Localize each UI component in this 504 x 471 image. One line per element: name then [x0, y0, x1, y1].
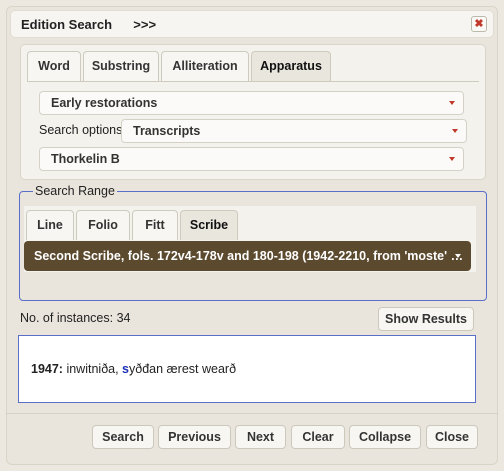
clear-button[interactable]: Clear — [291, 425, 345, 449]
tab-word[interactable]: Word — [27, 51, 81, 81]
instances-count: No. of instances: 34 — [20, 311, 131, 325]
search-button[interactable]: Search — [92, 425, 154, 449]
results-box: 1947: inwitniða, syðđan ærest wearð — [18, 335, 476, 403]
restorations-select-value: Early restorations — [51, 96, 158, 110]
tab-folio[interactable]: Folio — [76, 210, 130, 240]
result-line-number: 1947: — [31, 362, 63, 376]
search-type-tabs: Word Substring Alliteration Apparatus — [27, 51, 479, 81]
scribe-select-value: Second Scribe, fols. 172v4-178v and 180-… — [34, 249, 464, 263]
result-text-after: yðđan ærest wearð — [129, 362, 237, 376]
dialog-title: Edition Search >>> — [21, 17, 156, 32]
tab-fitt[interactable]: Fitt — [132, 210, 178, 240]
result-line: 1947: inwitniða, syðđan ærest wearð — [31, 362, 236, 376]
tab-alliteration[interactable]: Alliteration — [161, 51, 249, 81]
chevron-down-icon — [452, 129, 458, 133]
search-range-tabs: Line Folio Fitt Scribe — [26, 210, 474, 240]
dialog-title-text: Edition Search — [21, 17, 113, 32]
search-options-select[interactable]: Transcripts — [121, 119, 467, 143]
transcript-select[interactable]: Thorkelin B — [39, 147, 464, 171]
tab-divider — [27, 81, 479, 82]
close-button[interactable]: Close — [426, 425, 478, 449]
dialog-titlebar[interactable]: Edition Search >>> ✖ — [10, 10, 494, 38]
chevron-down-icon — [449, 101, 455, 105]
previous-button[interactable]: Previous — [158, 425, 231, 449]
chevron-down-icon — [449, 157, 455, 161]
search-options-label: Search options: — [39, 123, 126, 137]
scribe-select[interactable]: Second Scribe, fols. 172v4-178v and 180-… — [24, 241, 471, 271]
show-results-button[interactable]: Show Results — [378, 307, 474, 331]
footer-divider — [6, 413, 498, 414]
next-button[interactable]: Next — [235, 425, 286, 449]
tab-apparatus[interactable]: Apparatus — [251, 51, 331, 81]
collapse-button[interactable]: Collapse — [349, 425, 421, 449]
restorations-select[interactable]: Early restorations — [39, 91, 464, 115]
tab-scribe[interactable]: Scribe — [180, 210, 238, 240]
tab-substring[interactable]: Substring — [83, 51, 159, 81]
expand-toggle[interactable]: >>> — [133, 17, 156, 32]
dialog-close-icon[interactable]: ✖ — [471, 16, 487, 32]
search-options-select-value: Transcripts — [133, 124, 201, 138]
transcript-select-value: Thorkelin B — [51, 152, 120, 166]
search-range-legend: Search Range — [33, 184, 117, 198]
tab-line[interactable]: Line — [26, 210, 74, 240]
result-highlight[interactable]: s — [119, 362, 129, 376]
chevron-down-icon — [455, 254, 461, 258]
result-text-before: inwitniða, — [62, 362, 119, 376]
